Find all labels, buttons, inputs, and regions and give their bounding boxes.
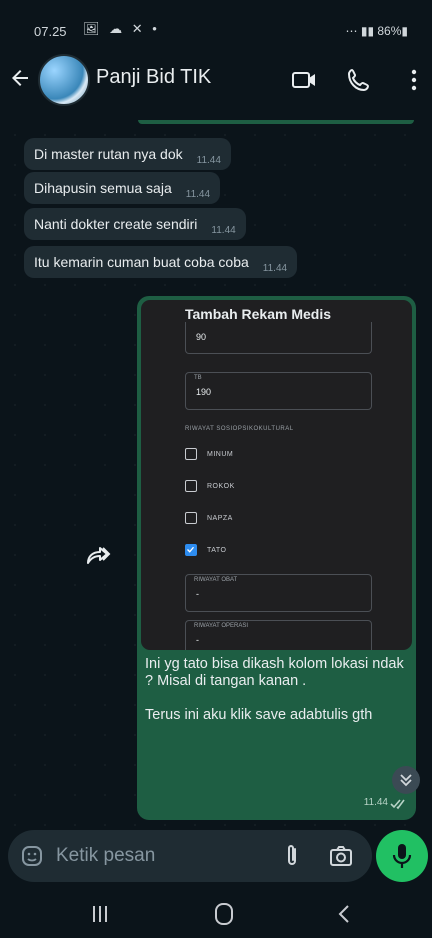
screenshot-checkbox-label: TATO — [207, 547, 227, 554]
message-text: Nanti dokter create sendiri — [34, 216, 198, 232]
read-ticks-icon — [390, 799, 405, 810]
message-time: 11.44 — [196, 155, 221, 166]
nav-recents-icon[interactable] — [80, 900, 120, 928]
screenshot-field: 90 — [185, 322, 372, 354]
message-composer — [8, 830, 372, 882]
nav-home-icon[interactable] — [204, 900, 244, 928]
nav-back-icon[interactable] — [324, 900, 364, 928]
screenshot-checkbox — [185, 448, 197, 460]
message-time: 11.44 — [185, 189, 211, 200]
contact-name[interactable]: Panji Bid TIK — [96, 66, 211, 89]
camera-icon[interactable] — [328, 844, 354, 868]
message-input[interactable] — [56, 830, 256, 882]
status-notification-icons: 🖼 ☁ ✕ • — [83, 21, 160, 36]
message-time: 11.44 — [211, 225, 236, 236]
mic-button[interactable] — [376, 830, 428, 882]
screenshot-section-title: RIWAYAT SOSIOPSIKOKULTURAL — [185, 426, 294, 432]
screenshot-checkbox-label: NAPZA — [207, 515, 233, 522]
back-arrow-icon[interactable] — [8, 66, 32, 90]
incoming-message[interactable]: Nanti dokter create sendiri 11.44 — [24, 208, 246, 240]
screenshot-field-label: TB — [194, 375, 202, 381]
screenshot-field-value: - — [196, 589, 199, 599]
screenshot-field-label: RIWAYAT OBAT — [194, 577, 238, 583]
screenshot-field-value: - — [196, 635, 199, 645]
status-time: 07.25 — [34, 24, 67, 39]
message-time: 11.44 — [262, 263, 288, 274]
chat-header: Panji Bid TIK — [0, 40, 432, 120]
incoming-message[interactable]: Dihapusin semua saja 11.44 — [24, 172, 221, 204]
attached-screenshot[interactable]: Tambah Rekam Medis 90 TB 190 RIWAYAT SOS… — [141, 300, 412, 650]
message-text: Itu kemarin cuman buat coba coba — [34, 254, 249, 270]
emoji-icon[interactable] — [20, 844, 44, 868]
forward-icon[interactable] — [80, 537, 116, 573]
check-icon — [187, 546, 195, 553]
caption-paragraph: Ini yg tato bisa dikash kolom lokasi nda… — [145, 656, 404, 689]
incoming-message[interactable]: Di master rutan nya dok 11.44 — [24, 138, 231, 170]
caption-paragraph: Terus ini aku klik save adabtulis gth — [145, 707, 373, 723]
screenshot-checkbox-label: ROKOK — [207, 483, 235, 490]
screenshot-field-value: 190 — [196, 387, 212, 397]
screenshot-checkbox — [185, 480, 197, 492]
screenshot-checkbox — [185, 512, 197, 524]
message-text: Dihapusin semua saja — [34, 180, 172, 196]
screenshot-field: TB 190 — [185, 372, 372, 410]
incoming-message[interactable]: Itu kemarin cuman buat coba coba 11.44 — [24, 246, 298, 278]
double-chevron-down-icon — [400, 774, 412, 787]
status-bar: 07.25 🖼 ☁ ✕ • ⋯ ▮▮ 86%▮ — [0, 0, 432, 40]
phone-icon[interactable] — [345, 66, 373, 94]
screenshot-field: RIWAYAT OPERASI - — [185, 620, 372, 650]
attach-icon[interactable] — [280, 843, 304, 869]
outgoing-image-message[interactable]: Tambah Rekam Medis 90 TB 190 RIWAYAT SOS… — [137, 296, 416, 820]
screenshot-field-value: 90 — [196, 332, 207, 342]
screenshot-checkbox-checked — [185, 544, 197, 556]
screenshot-checkbox-label: MINUM — [207, 451, 234, 458]
contact-avatar[interactable] — [38, 54, 90, 106]
system-nav-bar — [0, 890, 432, 938]
video-call-icon[interactable] — [290, 66, 318, 94]
screenshot-field: RIWAYAT OBAT - — [185, 574, 372, 612]
message-time: 11.44 — [363, 797, 388, 808]
previous-message-tail — [138, 120, 414, 124]
mic-icon — [392, 844, 412, 868]
message-caption: Ini yg tato bisa dikash kolom lokasi nda… — [145, 656, 407, 724]
screenshot-title: Tambah Rekam Medis — [185, 306, 332, 322]
message-text: Di master rutan nya dok — [34, 146, 183, 162]
more-vert-icon[interactable] — [400, 66, 428, 94]
screenshot-field-label: RIWAYAT OPERASI — [194, 623, 249, 629]
scroll-to-bottom-button[interactable] — [392, 766, 420, 794]
chat-area[interactable]: Di master rutan nya dok 11.44 Dihapusin s… — [0, 120, 432, 830]
status-battery-signal: ⋯ ▮▮ 86%▮ — [345, 24, 409, 38]
